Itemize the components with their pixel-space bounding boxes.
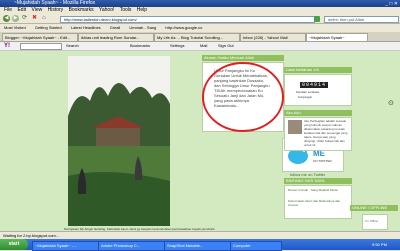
red-circle-icon (202, 62, 284, 132)
back-icon[interactable]: ◀ (3, 15, 10, 22)
bookmark-latest-headlines[interactable]: Latest Headlines (71, 25, 101, 30)
window-title-bar: ~Mujahidah Syaah~ - Mozilla Firefox _ □ … (0, 0, 400, 7)
follow-subtitle[interactable]: follow me on Twitter (290, 172, 325, 177)
bookmark-google[interactable]: http://www.google.co (165, 25, 202, 30)
url-input[interactable]: http://www.ladiesfon.dezro.blogspot.com/ (60, 16, 315, 23)
tab-ikhlas[interactable]: ikhlas unit leading Rom Sundar... (78, 33, 154, 42)
go-icon[interactable] (314, 16, 320, 22)
yahoo-toolbar: Y! Search Bookmarks Settings Mail Sign O… (0, 42, 400, 51)
menu-file[interactable]: File (4, 7, 12, 13)
menu-bar: File Edit View History Bookmarks Yahoo! … (0, 7, 400, 14)
yahoo-logo-icon[interactable]: Y! (4, 43, 10, 49)
yahoo-signout-button[interactable]: Sign Out (218, 42, 234, 50)
widget-about-header: Aku Aku (284, 110, 352, 116)
reload-icon[interactable]: ⟳ (22, 15, 29, 22)
yahoo-settings-button[interactable]: Settings (170, 42, 184, 50)
search-input[interactable]: defini: then put Allah (324, 16, 399, 23)
widget-offline-header: ONLINE / OFFLINE (350, 205, 398, 211)
menu-yahoo[interactable]: Yahoo! (99, 7, 114, 13)
menu-help[interactable]: Help (137, 7, 147, 13)
stop-icon[interactable]: ✖ (32, 15, 39, 22)
widget-counter-header: Latar bertahan 1/6 (284, 67, 352, 73)
widget-blogs-header: BINTANG HATI SAYA (284, 178, 352, 184)
menu-bookmarks[interactable]: Bookmarks (69, 7, 94, 13)
counter-digits: 004914 (300, 82, 329, 88)
yahoo-mail-button[interactable]: Mail (200, 42, 207, 50)
tab-blogger[interactable]: Blogger: ~Mujahidah Syaah~ - Edit... (2, 33, 78, 42)
bookmark-getting-started[interactable]: Getting Started (35, 25, 62, 30)
bookmark-ummah[interactable]: Ummah - Sang (129, 25, 156, 30)
menu-tools[interactable]: Tools (120, 7, 132, 13)
start-button[interactable]: start (0, 239, 28, 250)
tab-my-life[interactable]: My Life As ... Blog Tutorial Scrolling..… (154, 33, 240, 42)
yahoo-search-button[interactable]: Search (66, 42, 79, 50)
counter-caption-1: Kenalan sentiasa (296, 90, 320, 94)
yahoo-bookmarks-button[interactable]: Bookmarks (130, 42, 150, 50)
status-text: Waiting for 2.bp.blogspot.com... (3, 233, 60, 238)
counter-caption-2: Kunjungan (298, 95, 313, 99)
landscape-photo-icon (68, 56, 170, 226)
on-twitter-label: ON TWITTER (313, 159, 332, 163)
widget-about-text: Aku Peribugilan adalah sesuatu yang kube… (304, 119, 348, 147)
blog-item-1[interactable]: Daruul Ummah - Sang Mujahid Muda (288, 188, 348, 192)
status-bar: Waiting for 2.bp.blogspot.com... (0, 231, 400, 239)
menu-view[interactable]: View (31, 7, 42, 13)
system-clock: 9:50 PM (372, 242, 387, 247)
post-photo (68, 56, 170, 226)
blog-item-2[interactable]: Kehormatan Islam dan Rahmatnya dan Ummat (288, 199, 348, 207)
menu-history[interactable]: History (48, 7, 64, 13)
yahoo-search-field[interactable] (20, 43, 62, 50)
window-title: ~Mujahidah Syaah~ - Mozilla Firefox (14, 0, 96, 6)
tab-inbox[interactable]: Inbox (228) - Yahoo! Mail (240, 33, 306, 42)
bookmark-most-visited[interactable]: Most Visited (4, 25, 26, 30)
mouse-pointer-icon: ⊙ (388, 100, 394, 107)
tab-mujahidah[interactable]: ~Mujahidah Syaah~ (306, 33, 368, 42)
menu-edit[interactable]: Edit (17, 7, 26, 13)
offline-label: I'm Offline (365, 219, 379, 223)
offline-badge: I'm Offline (362, 214, 388, 230)
home-icon[interactable]: ⌂ (42, 15, 49, 22)
bookmark-gmail[interactable]: Gmail (110, 25, 120, 30)
forward-icon[interactable]: ▶ (12, 15, 19, 22)
avatar (288, 120, 302, 134)
bookmarks-toolbar: Most Visited Getting Started Latest Head… (0, 24, 400, 32)
